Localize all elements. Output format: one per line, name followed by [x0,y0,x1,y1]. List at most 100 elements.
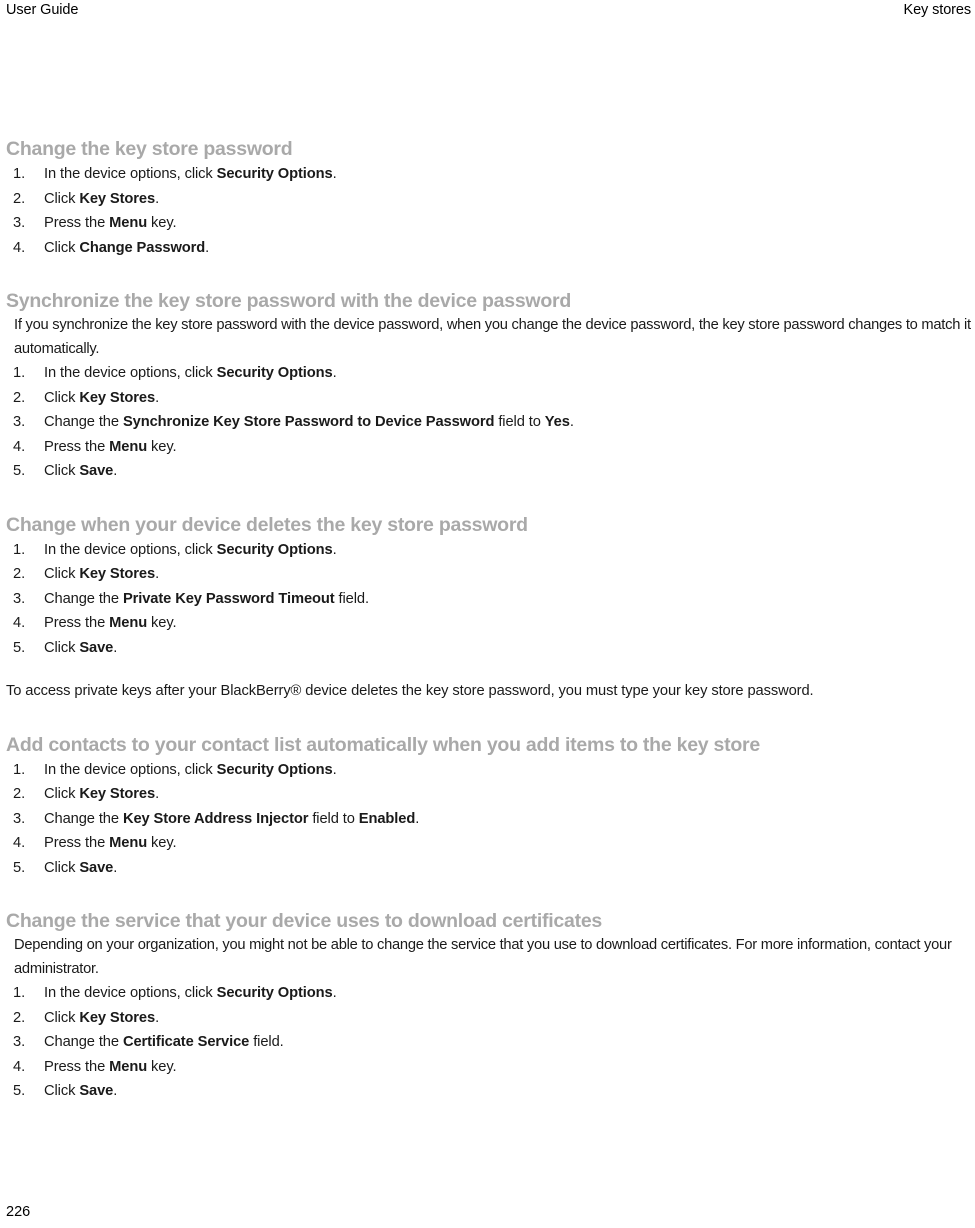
step-list-item: Change the Certificate Service field. [0,1030,975,1055]
step-list-item: Press the Menu key. [0,831,975,856]
step-text: key. [147,615,177,631]
step-list-item: Click Key Stores. [0,1006,975,1031]
step-list-item: Click Save. [0,856,975,881]
step-ui-label: Change Password [79,239,206,256]
step-list-item: Click Key Stores. [0,386,975,411]
step-text: . [155,1009,160,1026]
step-text: Press the [44,438,110,455]
header-right-title: Key stores [903,2,972,18]
step-list-item: Click Save. [0,636,975,661]
step-text: . [332,365,337,381]
step-list-item: Click Key Stores. [0,782,975,807]
step-text: field to [494,414,545,430]
step-list-item: In the device options, click Security Op… [0,758,975,783]
step-ui-label: Certificate Service [122,1034,250,1050]
step-list-item: In the device options, click Security Op… [0,361,975,386]
step-list-item: Click Change Password. [0,236,975,261]
step-ui-label: Menu [109,835,148,851]
step-text: Click [44,1009,80,1026]
step-list-item: Click Save. [0,1079,975,1104]
step-ui-label: Key Stores [79,389,156,406]
step-text: Click [44,566,80,582]
step-text: key. [147,835,177,851]
section-note-paragraph: To access private keys after your BlackB… [6,683,814,699]
step-list-item: Click Save. [0,459,975,484]
step-text: Click [44,786,80,802]
section-heading: Change the service that your device uses… [6,910,603,932]
step-text: Click [44,859,80,876]
step-ui-label: Menu [109,438,148,455]
step-text: . [155,566,160,582]
step-list-item: In the device options, click Security Op… [0,981,975,1006]
step-ui-label: Private Key Password Timeout [122,590,335,607]
footer-page-number: 226 [6,1204,31,1220]
doc-section: Change the service that your device uses… [0,908,975,1104]
step-text: . [205,239,210,256]
step-text: In the device options, click [44,166,217,182]
step-ui-label: Save [79,1083,114,1099]
step-text: . [113,859,118,876]
step-text: Click [44,239,80,256]
step-text: Change the [44,1034,123,1050]
step-list-item: Change the Key Store Address Injector fi… [0,807,975,832]
section-intro-paragraph: If you synchronize the key store passwor… [14,317,971,357]
step-ui-label: Security Options [216,166,333,182]
step-ui-label: Menu [109,1058,148,1075]
step-list-item: Click Key Stores. [0,187,975,212]
step-list-item: Click Key Stores. [0,562,975,587]
step-list-item: Change the Private Key Password Timeout … [0,587,975,612]
step-text: . [155,389,160,406]
step-list: In the device options, click Security Op… [0,361,975,484]
doc-section: Change the key store password In the devi… [0,136,975,260]
section-heading: Synchronize the key store password with … [6,290,572,312]
step-text: In the device options, click [44,985,217,1001]
section-intro-paragraph: Depending on your organization, you migh… [14,937,952,977]
step-ui-label: Menu [109,615,148,631]
step-ui-label: Synchronize Key Store Password to Device… [122,414,495,430]
step-text: Click [44,389,80,406]
step-list-item: Change the Synchronize Key Store Passwor… [0,410,975,435]
step-text: Press the [44,215,110,231]
step-ui-label: Key Stores [79,566,156,582]
step-text: . [155,190,160,207]
step-ui-label: Security Options [216,365,333,381]
step-ui-label: Security Options [216,985,333,1001]
step-text: . [113,1083,118,1099]
doc-section: Change when your device deletes the key … [0,512,975,704]
step-text: . [332,541,337,558]
section-heading: Add contacts to your contact list automa… [6,733,760,756]
section-heading: Change when your device deletes the key … [6,513,528,536]
step-list-item: Press the Menu key. [0,211,975,236]
step-text: Click [44,1083,80,1099]
step-text: In the device options, click [44,541,217,558]
step-ui-label: Key Stores [79,786,156,802]
step-text: field. [249,1034,284,1050]
step-list-item: In the device options, click Security Op… [0,538,975,563]
step-text: Press the [44,1058,110,1075]
step-ui-label: Save [79,463,114,479]
step-ui-label: Key Stores [79,1009,156,1026]
document-content: Change the key store password In the devi… [0,136,975,1104]
step-list-item: Press the Menu key. [0,611,975,636]
step-ui-label: Save [79,859,114,876]
step-ui-label: Menu [109,215,148,231]
step-text: . [332,761,337,778]
step-text: Change the [44,590,123,607]
step-text: Click [44,190,80,207]
step-text: . [113,463,118,479]
step-ui-value: Yes [544,414,570,430]
section-heading: Change the key store password [6,138,293,160]
step-ui-value: Enabled [358,810,416,827]
step-list: In the device options, click Security Op… [0,538,975,661]
step-text: field to [308,810,359,827]
header-left-title: User Guide [6,2,79,18]
step-text: Press the [44,615,110,631]
step-text: key. [147,438,177,455]
step-list-item: Press the Menu key. [0,1055,975,1080]
step-text: In the device options, click [44,761,217,778]
